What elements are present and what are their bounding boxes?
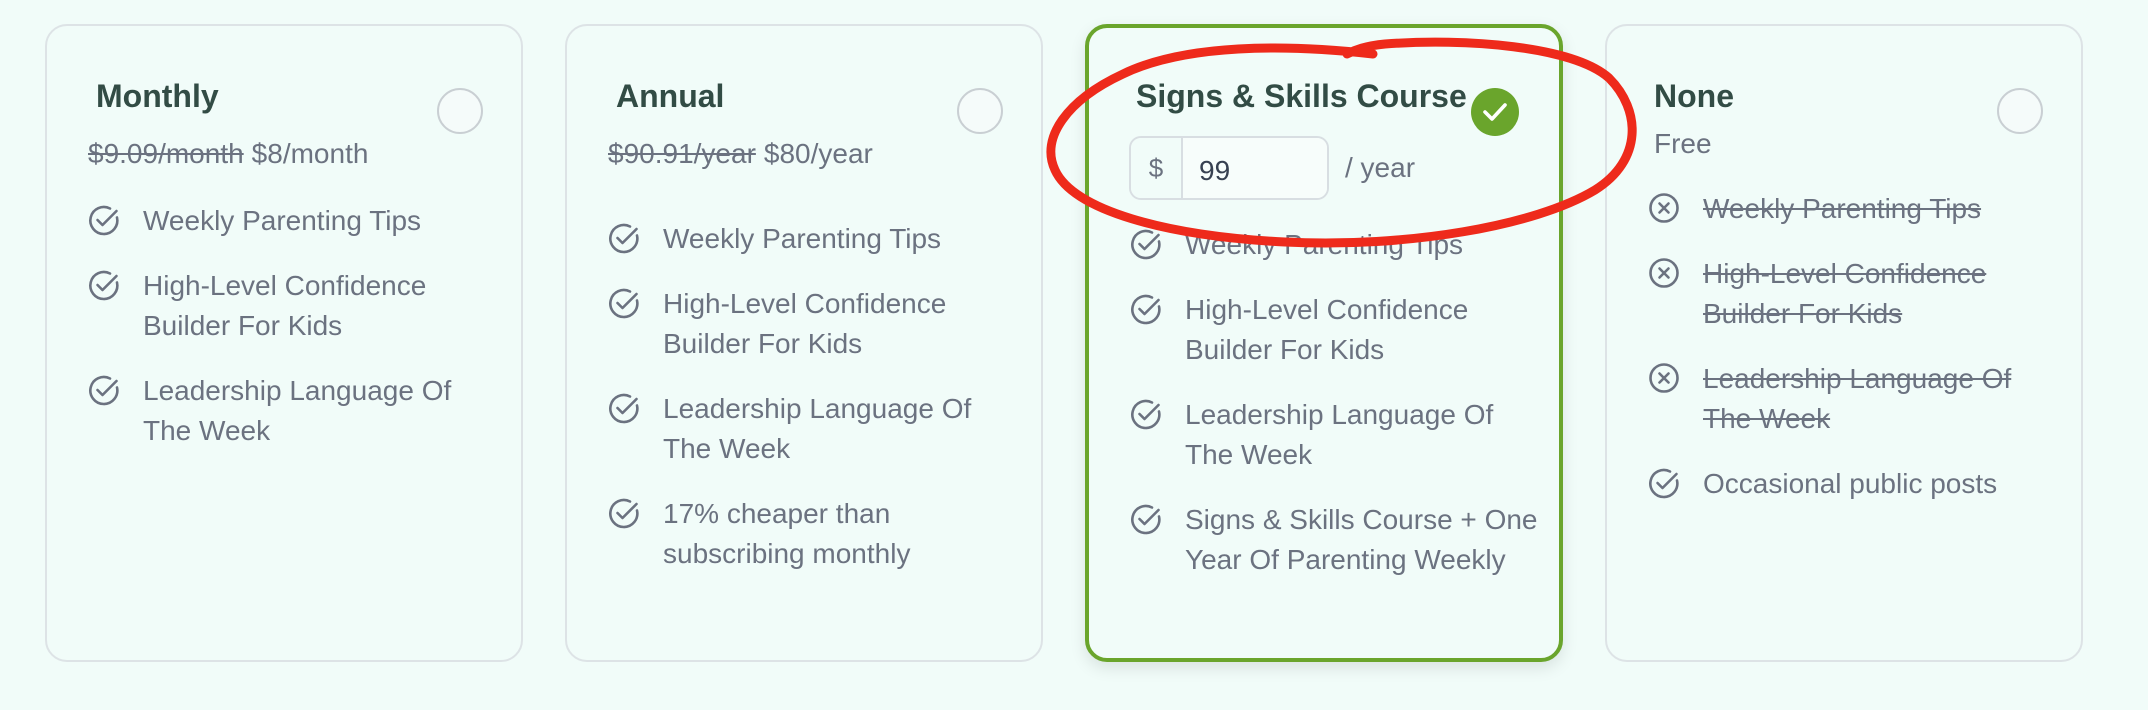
check-circle-icon xyxy=(609,288,639,319)
price-original: $9.09/month xyxy=(88,138,244,169)
price-original: $90.91/year xyxy=(608,138,756,169)
feature-text: Occasional public posts xyxy=(1703,468,1998,499)
check-circle-icon xyxy=(609,498,639,529)
feature-text: Leadership Language Of The Week xyxy=(143,375,452,446)
feature-text: Weekly Parenting Tips xyxy=(663,223,942,254)
plan-radio-annual[interactable] xyxy=(957,88,1003,134)
x-circle-icon xyxy=(1649,258,1679,288)
plan-card-course[interactable]: Signs & Skills Course $ / year Weekly Pa… xyxy=(1085,24,1563,662)
feature-item: Weekly Parenting Tips xyxy=(607,219,1017,259)
feature-item: Occasional public posts xyxy=(1647,464,2057,504)
feature-text: 17% cheaper than subscribing monthly xyxy=(663,498,911,569)
check-icon xyxy=(1483,103,1507,121)
feature-item: High-Level Confidence Builder For Kids xyxy=(607,284,1017,364)
feature-item: Leadership Language Of The Week xyxy=(1647,359,2057,439)
feature-item: High-Level Confidence Builder For Kids xyxy=(1647,254,2057,334)
plan-radio-monthly[interactable] xyxy=(437,88,483,134)
check-circle-icon xyxy=(1131,399,1161,430)
feature-list: Weekly Parenting Tips High-Level Confide… xyxy=(1129,225,1539,605)
feature-text: High-Level Confidence Builder For Kids xyxy=(1185,294,1469,365)
plan-title: Monthly xyxy=(96,78,219,114)
check-circle-icon xyxy=(89,205,119,236)
feature-text: Weekly Parenting Tips xyxy=(1185,229,1464,260)
feature-item: Leadership Language Of The Week xyxy=(607,389,1017,469)
feature-text: Weekly Parenting Tips xyxy=(1703,193,1982,224)
feature-list: Weekly Parenting Tips High-Level Confide… xyxy=(607,219,1017,599)
plan-title: Annual xyxy=(616,78,725,114)
feature-list: Weekly Parenting Tips High-Level Confide… xyxy=(1647,189,2057,529)
feature-list: Weekly Parenting Tips High-Level Confide… xyxy=(87,201,497,476)
feature-text: Weekly Parenting Tips xyxy=(143,205,422,236)
x-circle-icon xyxy=(1649,363,1679,393)
feature-item: High-Level Confidence Builder For Kids xyxy=(87,266,497,346)
feature-text: High-Level Confidence Builder For Kids xyxy=(143,270,427,341)
plan-price: $90.91/year $80/year xyxy=(608,138,873,170)
check-circle-icon xyxy=(89,270,119,301)
plan-price: $9.09/month $8/month xyxy=(88,138,368,170)
feature-text: Leadership Language Of The Week xyxy=(1703,363,2012,434)
plan-title: Signs & Skills Course xyxy=(1136,78,1467,114)
feature-item: Weekly Parenting Tips xyxy=(1647,189,2057,229)
plan-price: Free xyxy=(1654,128,1712,159)
feature-text: High-Level Confidence Builder For Kids xyxy=(1703,258,1987,329)
check-circle-icon xyxy=(609,393,639,424)
price-discounted: $8/month xyxy=(251,138,369,169)
check-circle-icon xyxy=(1131,229,1161,260)
feature-text: High-Level Confidence Builder For Kids xyxy=(663,288,947,359)
check-circle-icon xyxy=(89,375,119,406)
plan-radio-course[interactable] xyxy=(1471,88,1519,136)
feature-text: Leadership Language Of The Week xyxy=(663,393,972,464)
feature-item: High-Level Confidence Builder For Kids xyxy=(1129,290,1539,370)
plan-radio-none[interactable] xyxy=(1997,88,2043,134)
x-circle-icon xyxy=(1649,193,1679,223)
currency-prefix: $ xyxy=(1131,138,1183,198)
amount-row: $ / year xyxy=(1129,136,1415,200)
amount-input[interactable] xyxy=(1183,138,1327,198)
check-circle-icon xyxy=(1131,504,1161,535)
feature-text: Signs & Skills Course + One Year Of Pare… xyxy=(1185,504,1538,575)
check-circle-icon xyxy=(1131,294,1161,325)
price-discounted: $80/year xyxy=(763,138,873,169)
feature-item: Weekly Parenting Tips xyxy=(1129,225,1539,265)
feature-item: 17% cheaper than subscribing monthly xyxy=(607,494,1017,574)
period-label: / year xyxy=(1345,152,1416,183)
feature-text: Leadership Language Of The Week xyxy=(1185,399,1494,470)
feature-item: Signs & Skills Course + One Year Of Pare… xyxy=(1129,500,1539,580)
plan-card-none[interactable]: None Free Weekly Parenting Tips High-Lev… xyxy=(1605,24,2083,662)
feature-item: Leadership Language Of The Week xyxy=(87,371,497,451)
plan-title: None xyxy=(1654,78,1734,114)
amount-field[interactable]: $ xyxy=(1129,136,1329,200)
check-circle-icon xyxy=(1649,468,1679,499)
feature-item: Leadership Language Of The Week xyxy=(1129,395,1539,475)
feature-item: Weekly Parenting Tips xyxy=(87,201,497,241)
check-circle-icon xyxy=(609,223,639,254)
plan-card-monthly[interactable]: Monthly $9.09/month $8/month Weekly Paren… xyxy=(45,24,523,662)
plan-card-annual[interactable]: Annual $90.91/year $80/year Weekly Parent… xyxy=(565,24,1043,662)
